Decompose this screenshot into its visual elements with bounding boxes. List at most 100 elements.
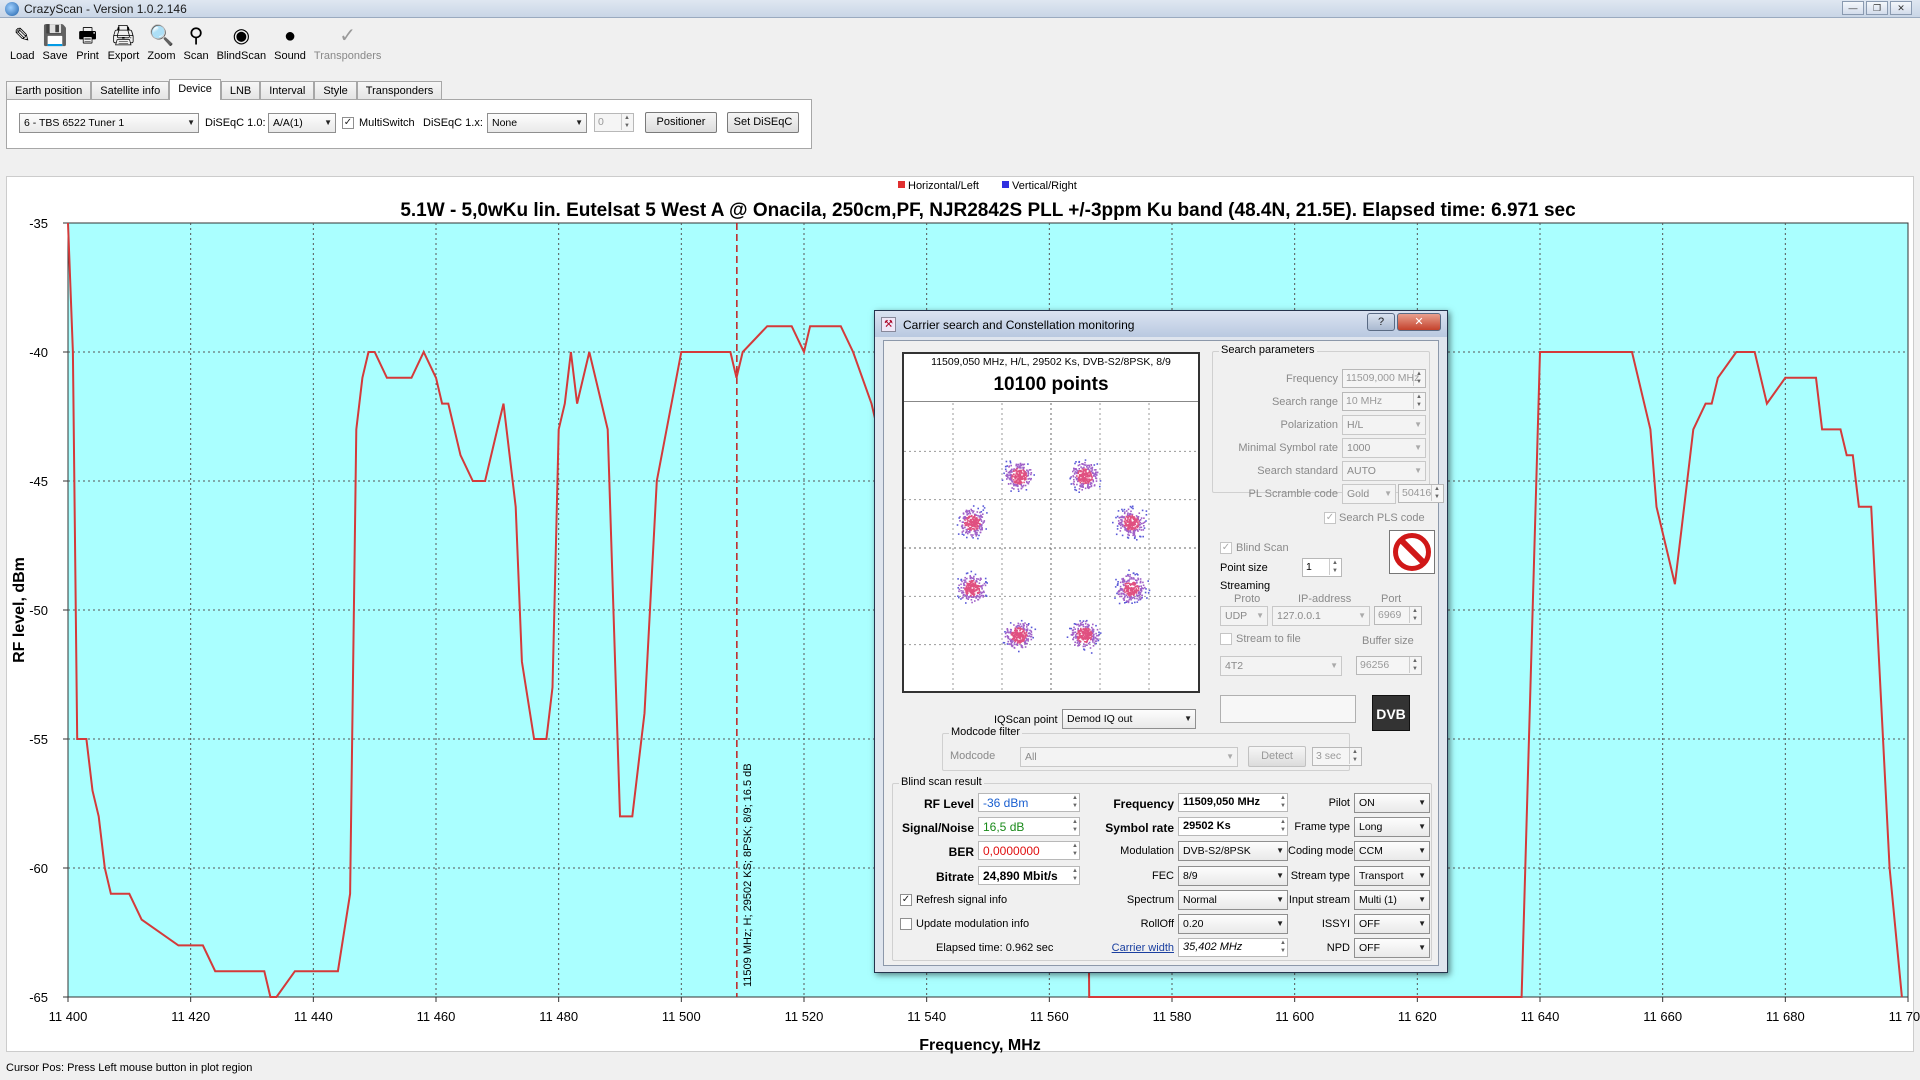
bitrate-value: 24,890 Mbit/s ▲ ▼ (978, 866, 1080, 885)
status-bar: Cursor Pos: Press Left mouse button in p… (6, 1062, 253, 1074)
constellation-symbol-cluster (1069, 459, 1102, 493)
coding-mode-label: Coding mode (1288, 845, 1354, 857)
min-symbol-rate-label: Minimal Symbol rate (1238, 442, 1338, 454)
constellation-symbol-cluster (957, 570, 988, 604)
issyi-select[interactable]: OFF (1354, 914, 1430, 934)
input-stream-label: Input stream (1288, 894, 1350, 906)
refresh-signal-checkbox[interactable]: ✓ (900, 894, 912, 906)
issyi-label: ISSYI (1321, 918, 1350, 930)
fec-label: FEC (1152, 870, 1174, 882)
modcode-select[interactable]: All (1020, 747, 1238, 767)
x-tick-label: 11 680 (1766, 1009, 1805, 1024)
frequency-param-label: Frequency (1286, 373, 1338, 385)
dialog-app-icon: ⚒ (881, 317, 896, 332)
chart-title: 5.1W - 5,0wKu lin. Eutelsat 5 West A @ O… (400, 200, 1576, 221)
detect-time-input[interactable]: 3 sec (1312, 747, 1362, 766)
frequency-param-input[interactable]: 11509,000 MHz (1342, 369, 1426, 388)
y-tick-label: -35 (29, 216, 48, 231)
symbol-rate-label: Symbol rate (1105, 821, 1174, 835)
x-tick-label: 11 580 (1153, 1009, 1192, 1024)
port-input[interactable]: 6969 (1374, 606, 1422, 625)
constellation-symbol-cluster (1066, 619, 1102, 654)
frame-type-select[interactable]: Long (1354, 817, 1430, 837)
tab-device[interactable]: Device (169, 79, 221, 100)
x-tick-label: 11 620 (1398, 1009, 1437, 1024)
y-tick-label: -50 (29, 603, 48, 618)
iqscan-select[interactable]: Demod IQ out (1062, 709, 1196, 729)
buffer-size-input[interactable]: 96256 (1356, 656, 1422, 675)
x-tick-label: 11 640 (1521, 1009, 1560, 1024)
x-tick-label: 11 420 (171, 1009, 210, 1024)
pilot-select[interactable]: ON (1354, 793, 1430, 813)
iqscan-label: IQScan point (994, 714, 1058, 726)
streaming-label: Streaming (1220, 580, 1271, 592)
min-symbol-rate-select[interactable]: 1000 (1342, 438, 1426, 458)
legend-label: Vertical/Right (1012, 180, 1077, 192)
x-tick-label: 11 520 (785, 1009, 824, 1024)
constellation-points-count: 10100 points (993, 374, 1109, 395)
frame-type-label: Frame type (1294, 821, 1350, 833)
x-tick-label: 11 700 (1889, 1009, 1920, 1024)
fec-select[interactable]: 8/9 (1178, 866, 1288, 886)
blind-scan-checkbox[interactable]: ✓ (1220, 542, 1232, 554)
constellation-symbol-cluster (1002, 619, 1037, 653)
stream-to-file-label: Stream to file (1236, 633, 1301, 645)
legend-swatch (1002, 181, 1009, 188)
x-tick-label: 11 460 (417, 1009, 456, 1024)
spectrum-select[interactable]: Normal (1178, 890, 1288, 910)
refresh-signal-label: Refresh signal info (916, 894, 1008, 906)
dialog-close-button[interactable]: ✕ (1397, 313, 1441, 331)
x-tick-label: 11 500 (662, 1009, 701, 1024)
point-size-input[interactable]: 1 (1302, 558, 1342, 577)
x-tick-label: 11 560 (1030, 1009, 1069, 1024)
npd-label: NPD (1326, 942, 1350, 954)
y-tick-label: -60 (29, 861, 48, 876)
y-tick-label: -55 (29, 732, 48, 747)
ip-address-select[interactable]: 127.0.0.1 (1272, 606, 1370, 626)
pl-scramble-label: PL Scramble code (1248, 488, 1338, 500)
polarization-select[interactable]: H/L (1342, 415, 1426, 435)
x-tick-label: 11 540 (907, 1009, 946, 1024)
bitrate-label: Bitrate (935, 870, 974, 884)
dialog-body: 11509,050 MHz, H/L, 29502 Ks, DVB-S2/8PS… (883, 340, 1444, 966)
modulation-select[interactable]: DVB-S2/8PSK (1178, 841, 1288, 861)
frequency-result-value: 11509,050 MHz ▲ ▼ (1178, 793, 1288, 812)
ber-value: 0,0000000 ▲ ▼ (978, 841, 1080, 860)
y-axis-label: RF level, dBm (11, 557, 28, 663)
legend-swatch (898, 181, 905, 188)
stream-type-select[interactable]: Transport (1354, 866, 1430, 886)
search-pls-checkbox[interactable]: ✓ (1324, 512, 1336, 524)
constellation-separator (904, 401, 1198, 402)
constellation-symbol-cluster (1112, 505, 1148, 541)
pl-scramble-select[interactable]: Gold (1342, 484, 1396, 504)
carrier-width-link[interactable]: Carrier width (1084, 942, 1174, 954)
search-standard-select[interactable]: AUTO (1342, 461, 1426, 481)
update-modulation-label: Update modulation info (916, 918, 1030, 930)
search-range-input[interactable]: 10 MHz (1342, 392, 1426, 411)
blind-scan-label: Blind Scan (1236, 542, 1289, 554)
marker-label: 11509 MHz; H; 29502 KS; 8PSK; 8/9; 16.5 … (742, 763, 754, 987)
point-size-label: Point size (1220, 562, 1268, 574)
stream-file-select[interactable]: 4T2 (1220, 656, 1342, 676)
constellation-symbol-cluster (1001, 460, 1035, 492)
dialog-help-button[interactable]: ? (1367, 313, 1395, 331)
npd-select[interactable]: OFF (1354, 938, 1430, 958)
stream-to-file-checkbox[interactable] (1220, 633, 1232, 645)
rf-level-value: -36 dBm ▲ ▼ (978, 793, 1080, 812)
coding-mode-select[interactable]: CCM (1354, 841, 1430, 861)
stop-button[interactable] (1389, 530, 1435, 574)
legend-label: Horizontal/Left (908, 180, 979, 192)
x-tick-label: 11 480 (539, 1009, 578, 1024)
proto-select[interactable]: UDP (1220, 606, 1268, 626)
pl-scramble-number[interactable]: 50416 (1398, 484, 1444, 503)
blind-scan-result-title: Blind scan result (899, 776, 984, 788)
constellation-panel: 11509,050 MHz, H/L, 29502 Ks, DVB-S2/8PS… (902, 352, 1200, 693)
dialog-title: Carrier search and Constellation monitor… (903, 318, 1135, 332)
input-stream-select[interactable]: Multi (1) (1354, 890, 1430, 910)
detect-button[interactable]: Detect (1248, 746, 1306, 767)
update-modulation-checkbox[interactable] (900, 918, 912, 930)
frequency-result-label: Frequency (1113, 797, 1174, 811)
x-tick-label: 11 660 (1643, 1009, 1682, 1024)
rolloff-select[interactable]: 0.20 (1178, 914, 1288, 934)
modcode-label: Modcode (950, 750, 996, 762)
